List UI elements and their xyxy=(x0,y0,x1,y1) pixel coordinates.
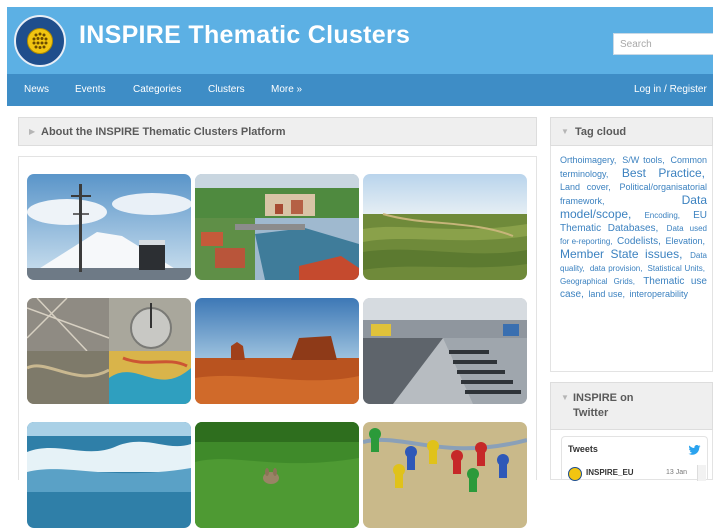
tag-link[interactable]: Statistical Units, xyxy=(648,264,705,273)
twitter-bird-icon[interactable] xyxy=(688,445,701,455)
tag-link[interactable]: Land cover, xyxy=(560,182,611,192)
collapse-arrow-icon[interactable]: ▼ xyxy=(561,393,569,402)
tweets-scrollbar[interactable] xyxy=(697,465,706,481)
nav-news[interactable]: News xyxy=(24,84,49,95)
main-nav: News Events Categories Clusters More » L… xyxy=(7,74,713,106)
twitter-title-line1: INSPIRE on xyxy=(573,392,634,404)
tag-link[interactable]: Geographical Grids, xyxy=(560,277,635,286)
tweet-avatar[interactable] xyxy=(568,467,582,481)
tweet-user[interactable]: INSPIRE_EU xyxy=(586,468,634,477)
tag-list: Orthoimagery, S/W tools, Common terminol… xyxy=(560,154,707,301)
tag-link[interactable]: Elevation, xyxy=(665,236,705,246)
logo-sun-icon xyxy=(27,28,53,54)
tag-link[interactable]: Codelists, xyxy=(617,236,661,247)
twitter-header[interactable]: ▼ INSPIRE on Twitter xyxy=(550,382,713,430)
tile-desert-butte[interactable] xyxy=(195,298,359,404)
tile-aerial-landscape[interactable] xyxy=(363,174,527,280)
tile-ocean-waves[interactable] xyxy=(27,422,191,528)
nav-events[interactable]: Events xyxy=(75,84,106,95)
nav-more[interactable]: More » xyxy=(271,84,302,95)
tag-cloud-header[interactable]: ▼ Tag cloud xyxy=(550,117,713,146)
tile-weather-mast-mountain[interactable] xyxy=(27,174,191,280)
top-margin xyxy=(0,0,713,7)
nav-categories[interactable]: Categories xyxy=(133,84,181,95)
login-register-link[interactable]: Log in / Register xyxy=(634,84,707,95)
nav-clusters[interactable]: Clusters xyxy=(208,84,245,95)
tile-industrial-hall[interactable] xyxy=(363,298,527,404)
tweets-timeline[interactable]: Tweets INSPIRE_EU 13 Jan xyxy=(561,436,708,481)
tile-game-pieces-map[interactable] xyxy=(363,422,527,528)
tag-link[interactable]: interoperability xyxy=(629,289,688,299)
tag-cloud-title: Tag cloud xyxy=(575,126,627,138)
tag-link[interactable]: data provision, xyxy=(590,264,643,273)
tag-link[interactable]: Orthoimagery, xyxy=(560,155,616,165)
tile-map-mosaic[interactable] xyxy=(27,298,191,404)
about-panel-header[interactable]: ▶ About the INSPIRE Thematic Clusters Pl… xyxy=(18,117,537,146)
twitter-title-line2: Twitter xyxy=(573,407,609,419)
about-panel-title: About the INSPIRE Thematic Clusters Plat… xyxy=(41,126,286,138)
site-title[interactable]: INSPIRE Thematic Clusters xyxy=(79,21,410,50)
search-input[interactable] xyxy=(613,33,713,55)
collapse-arrow-icon[interactable]: ▼ xyxy=(561,127,569,136)
inspire-logo[interactable] xyxy=(14,15,66,67)
tag-link[interactable]: S/W tools, xyxy=(622,155,664,165)
tag-link[interactable]: Best Practice, xyxy=(622,166,705,180)
tag-link[interactable]: land use, xyxy=(588,289,625,299)
tag-cloud: Orthoimagery, S/W tools, Common terminol… xyxy=(550,146,713,372)
tag-link[interactable]: Member State issues, xyxy=(560,247,682,261)
tile-lakeside-town[interactable] xyxy=(195,174,359,280)
tweets-label: Tweets xyxy=(568,444,598,454)
tweet-date[interactable]: 13 Jan xyxy=(666,469,687,476)
collapse-arrow-icon[interactable]: ▶ xyxy=(29,127,35,136)
site-header: INSPIRE Thematic Clusters xyxy=(7,7,713,74)
cluster-image-grid xyxy=(18,156,537,528)
twitter-widget: Tweets INSPIRE_EU 13 Jan xyxy=(550,430,713,481)
tag-link[interactable]: Encoding, xyxy=(644,211,680,220)
tile-grass-animal[interactable] xyxy=(195,422,359,528)
